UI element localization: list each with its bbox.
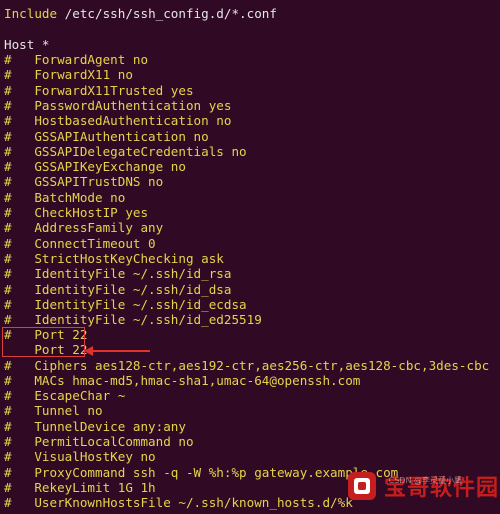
config-line: # ProxyCommand ssh -q -W %h:%p gateway.e… [4,464,399,480]
config-line: # ForwardAgent no [4,52,149,67]
config-line: # IdentityFile ~/.ssh/id_dsa [4,281,232,297]
host-line: Host * [4,37,50,52]
config-line: # GSSAPIKeyExchange no [4,159,186,175]
annotation-arrow-shaft [92,350,150,352]
config-line: # IdentityFile ~/.ssh/id_ecdsa [4,296,247,312]
config-line: # GSSAPIDelegateCredentials no [4,143,247,159]
include-line: Include /etc/ssh/ssh_config.d/*.conf [4,6,277,22]
config-line: # ForwardX11Trusted yes [4,82,194,98]
config-line: # RekeyLimit 1G 1h [4,479,156,495]
config-line: # VisualHostKey no [4,449,156,465]
config-line: # CheckHostIP yes [4,205,149,220]
config-line: # GSSAPIAuthentication no [4,128,209,144]
config-line: # PasswordAuthentication yes [4,97,232,113]
config-line: # EscapeChar ~ [4,388,126,404]
config-line: # Tunnel no [4,403,103,419]
watermark-subtitle: CSDN @李灵童小鹰 [388,476,462,485]
config-line: # IdentityFile ~/.ssh/id_rsa [4,266,232,282]
terminal-window[interactable]: Include /etc/ssh/ssh_config.d/*.conf Hos… [0,0,500,514]
config-line: # AddressFamily any [4,220,164,236]
config-line: # ConnectTimeout 0 [4,235,156,251]
port-highlight-box [2,327,85,357]
config-line: # IdentityFile ~/.ssh/id_ed25519 [4,312,262,328]
config-line: # MACs hmac-md5,hmac-sha1,umac-64@openss… [4,372,361,388]
config-line: # StrictHostKeyChecking ask [4,250,224,266]
watermark-logo-icon [348,472,376,500]
config-line: # HostbasedAuthentication no [4,113,232,129]
config-line: # Ciphers aes128-ctr,aes192-ctr,aes256-c… [4,357,490,373]
config-line: # PermitLocalCommand no [4,434,194,449]
include-path: /etc/ssh/ssh_config.d/*.conf [57,6,277,21]
include-keyword: Include [4,6,58,21]
config-line: # TunnelDevice any:any [4,418,186,434]
config-line: # GSSAPITrustDNS no [4,174,164,190]
watermark: 宝哥软件园 CSDN @李灵童小鹰 [342,468,498,508]
config-line: # ForwardX11 no [4,67,133,83]
config-line: # UserKnownHostsFile ~/.ssh/known_hosts.… [4,495,353,511]
annotation-arrow-icon [84,345,93,356]
config-line: # BatchMode no [4,189,126,205]
